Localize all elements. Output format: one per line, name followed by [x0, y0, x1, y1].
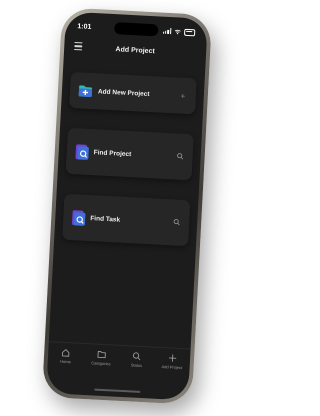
- search-icon[interactable]: [174, 152, 184, 162]
- plus-icon[interactable]: +: [178, 91, 188, 101]
- add-new-project-card[interactable]: Add New Project +: [69, 71, 197, 115]
- home-icon: [62, 349, 70, 357]
- page-title: Add Project: [115, 45, 155, 55]
- folder-search-icon: [74, 143, 89, 161]
- folder-plus-icon: [78, 83, 94, 98]
- tab-categories[interactable]: Categories: [83, 349, 119, 367]
- home-indicator[interactable]: [94, 388, 141, 393]
- search-icon: [133, 352, 141, 361]
- card-label: Add New Project: [97, 87, 150, 98]
- tab-add-project[interactable]: Add Project: [154, 353, 190, 371]
- tab-home[interactable]: Home: [48, 347, 84, 365]
- task-search-icon: [71, 209, 86, 227]
- status-icons: [162, 27, 196, 36]
- stage: 1:01 Add Project Add New Project + Find …: [0, 0, 247, 416]
- phone-screen: 1:01 Add Project Add New Project + Find …: [46, 11, 208, 401]
- hamburger-icon[interactable]: [74, 42, 83, 51]
- card-label: Find Project: [93, 148, 132, 158]
- search-icon[interactable]: [171, 218, 181, 228]
- tab-status[interactable]: Status: [119, 351, 155, 369]
- tab-label: Add Project: [161, 364, 183, 371]
- signal-icon: [162, 28, 172, 35]
- bottom-tab-bar: Home Categories Status Add Project: [46, 341, 191, 387]
- card-label: Find Task: [90, 214, 121, 224]
- plus-icon: [168, 354, 176, 362]
- battery-icon: [184, 28, 196, 36]
- find-task-card[interactable]: Find Task: [62, 193, 191, 247]
- tab-label: Home: [60, 358, 71, 365]
- find-project-card[interactable]: Find Project: [65, 127, 194, 181]
- wifi-icon: [174, 29, 181, 34]
- status-bar: 1:01: [77, 20, 196, 38]
- categories-icon: [97, 351, 106, 359]
- phone-frame: 1:01 Add Project Add New Project + Find …: [41, 7, 213, 405]
- status-time: 1:01: [77, 22, 92, 31]
- tab-label: Categories: [91, 360, 111, 367]
- tab-label: Status: [130, 362, 143, 369]
- app-header: Add Project: [74, 40, 197, 60]
